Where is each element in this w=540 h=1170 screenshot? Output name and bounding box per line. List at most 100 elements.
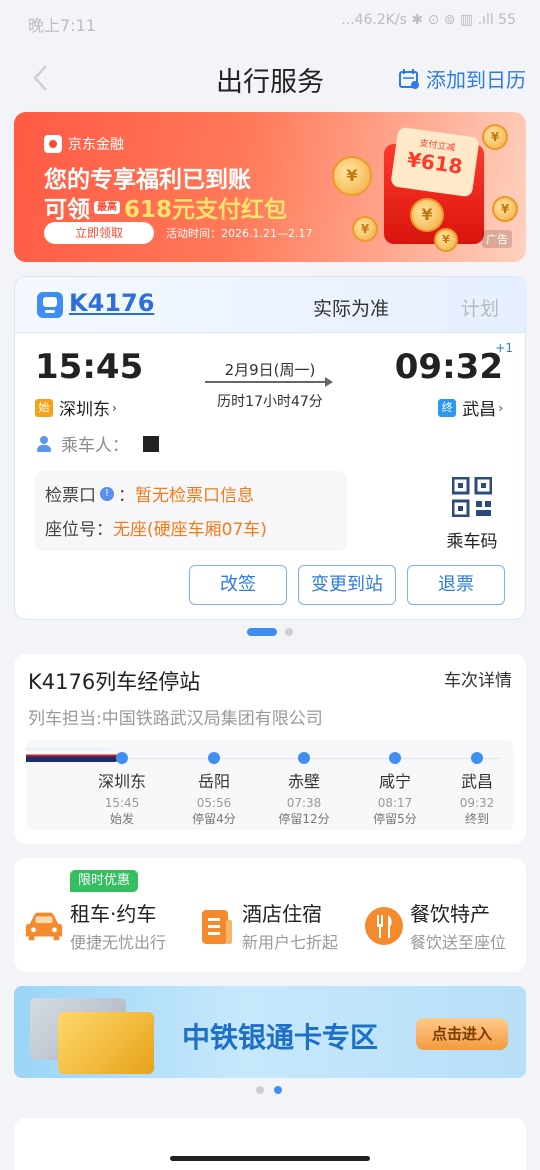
status-time: 晚上7:11 (28, 16, 96, 35)
status-indicators: ...46.2K/s ✱ ⊙ ⊚ ▥ .ıll 55 (341, 12, 516, 28)
ad-brand: 京东金融 (44, 134, 124, 154)
stop-note: 停留5分 (373, 812, 417, 826)
arrow-right-icon (205, 377, 333, 387)
ad-claim-button[interactable]: 立即领取 (44, 222, 154, 244)
info-icon[interactable]: ! (100, 486, 114, 501)
stop-dot (298, 752, 310, 764)
pager-dot (256, 1086, 264, 1094)
train-icon (37, 292, 63, 318)
pager-dot (285, 628, 293, 636)
chevron-right-icon: › (112, 400, 117, 415)
ride-code-button[interactable]: 乘车码 (437, 476, 507, 552)
service-title: 酒店住宿 (242, 902, 322, 926)
stops-card: K4176列车经停站 车次详情 列车担当:中国铁路武汉局集团有限公司 深圳东 1… (14, 654, 526, 844)
passenger-label: 乘车人： (61, 436, 129, 456)
change-destination-button[interactable]: 变更到站 (298, 565, 396, 605)
service-text: 租车·约车 便捷无忧出行 (70, 898, 166, 953)
stop-name: 赤壁 (287, 772, 320, 791)
coin-icon: ¥ (492, 196, 518, 222)
passenger-row: 乘车人： (35, 431, 159, 456)
ticket-pager (247, 628, 293, 636)
bottom-card-partial (14, 1118, 526, 1170)
seat-label: 座位号： (45, 520, 113, 540)
travel-date: 2月9日(周一) (224, 361, 316, 379)
chevron-right-icon: › (498, 400, 503, 415)
home-indicator[interactable] (170, 1156, 370, 1161)
add-to-calendar-button[interactable]: 添加到日历 (398, 64, 526, 93)
ad-banner[interactable]: 京东金融 您的专享福利已到账 可领 最高 618元支付红包 立即领取 活动时间：… (14, 112, 526, 262)
gate-row: 检票口 ! ： 暂无检票口信息 (45, 481, 254, 506)
bank-banner-enter-button[interactable]: 点击进入 (416, 1018, 508, 1050)
gate-colon: ： (118, 486, 135, 506)
change-ticket-button[interactable]: 改签 (189, 565, 287, 605)
service-subtitle: 新用户七折起 (242, 933, 339, 952)
train-operator: 列车担当:中国铁路武汉局集团有限公司 (28, 709, 323, 729)
stop-time: 08:17 (377, 796, 413, 810)
stop-dot (471, 752, 483, 764)
stop-note: 始发 (109, 812, 134, 826)
stop-note: 终到 (464, 812, 489, 826)
ad-subheadline-prefix: 可领 (44, 197, 90, 223)
coin-icon: ¥ (410, 198, 444, 232)
status-bar: 晚上7:11 ...46.2K/s ✱ ⊙ ⊚ ▥ .ıll 55 (0, 0, 540, 44)
tab-plan[interactable]: 计划 (461, 294, 499, 321)
stop-item: 深圳东 15:45 始发 (87, 752, 157, 827)
service-title: 餐饮特产 (410, 902, 490, 926)
service-subtitle: 便捷无忧出行 (70, 933, 167, 952)
stop-time: 09:32 (459, 796, 495, 810)
service-dining[interactable]: 餐饮特产 餐饮送至座位 (364, 898, 506, 953)
refund-button[interactable]: 退票 (407, 565, 505, 605)
ticket-card: K4176 实际为准 计划 15:45 2月9日(周一) 历时17小时47分 0… (14, 276, 526, 620)
end-badge: 终 (438, 398, 457, 417)
service-text: 餐饮特产 餐饮送至座位 (410, 898, 506, 953)
qr-code-icon (451, 476, 493, 518)
hotel-icon (202, 909, 232, 944)
ad-headline: 您的专享福利已到账 (44, 167, 251, 193)
banner-pager (256, 1086, 292, 1094)
service-text: 酒店住宿 新用户七折起 (242, 898, 338, 953)
dining-icon (365, 906, 403, 945)
car-icon (25, 912, 63, 940)
ad-period: 活动时间：2026.1.21—2.17 (166, 227, 313, 240)
service-car-rental[interactable]: 租车·约车 便捷无忧出行 (24, 898, 166, 953)
pager-dot-active (247, 628, 277, 636)
bank-card-gold-icon (58, 1012, 154, 1074)
train-number-link[interactable]: K4176 (69, 289, 154, 317)
stops-title: K4176列车经停站 (28, 670, 201, 694)
next-day-badge: +1 (495, 341, 513, 355)
service-hotel[interactable]: 酒店住宿 新用户七折起 (196, 898, 338, 953)
user-icon (35, 435, 53, 453)
stop-item: 岳阳 05:56 停留4分 (179, 752, 249, 827)
start-badge: 始 (35, 398, 53, 417)
bank-banner-title: 中铁银通卡专区 (182, 1021, 379, 1054)
add-to-calendar-label: 添加到日历 (426, 68, 526, 92)
stop-name: 武昌 (460, 772, 493, 791)
stop-time: 07:38 (286, 796, 322, 810)
nav-bar: 出行服务 添加到日历 (0, 48, 540, 108)
services-card: 限时优惠 租车·约车 便捷无忧出行 酒店住宿 新用户七折起 餐饮特产 餐饮送至座… (14, 858, 526, 972)
stop-note: 停留12分 (278, 812, 330, 826)
stop-item: 武昌 09:32 终到 (442, 752, 512, 827)
arrival-station[interactable]: 终 武昌 › (438, 395, 503, 420)
limited-offer-tag: 限时优惠 (70, 870, 139, 892)
departure-station-name: 深圳东 (59, 400, 110, 420)
jd-finance-logo-icon (44, 135, 62, 153)
tab-actual[interactable]: 实际为准 (313, 294, 389, 321)
stop-note: 停留4分 (192, 812, 236, 826)
departure-station[interactable]: 始 深圳东 › (35, 395, 117, 420)
departure-time: 15:45 (35, 347, 144, 387)
stop-item: 咸宁 08:17 停留5分 (360, 752, 430, 827)
ad-max-tag: 最高 (94, 200, 120, 214)
ad-brand-label: 京东金融 (68, 137, 124, 153)
train-detail-link[interactable]: 车次详情 (444, 666, 512, 691)
gate-label: 检票口 (45, 486, 96, 506)
service-subtitle: 餐饮送至座位 (410, 933, 507, 952)
stop-item: 赤壁 07:38 停留12分 (269, 752, 339, 827)
ad-subheadline-highlight: 618元支付红包 (124, 197, 288, 223)
coin-icon: ¥ (434, 228, 458, 252)
calendar-icon (399, 68, 419, 89)
bank-card-banner[interactable]: 中铁银通卡专区 点击进入 (14, 986, 526, 1078)
stop-dot (389, 752, 401, 764)
stop-dot (116, 752, 128, 764)
arrival-station-name: 武昌 (462, 400, 497, 420)
